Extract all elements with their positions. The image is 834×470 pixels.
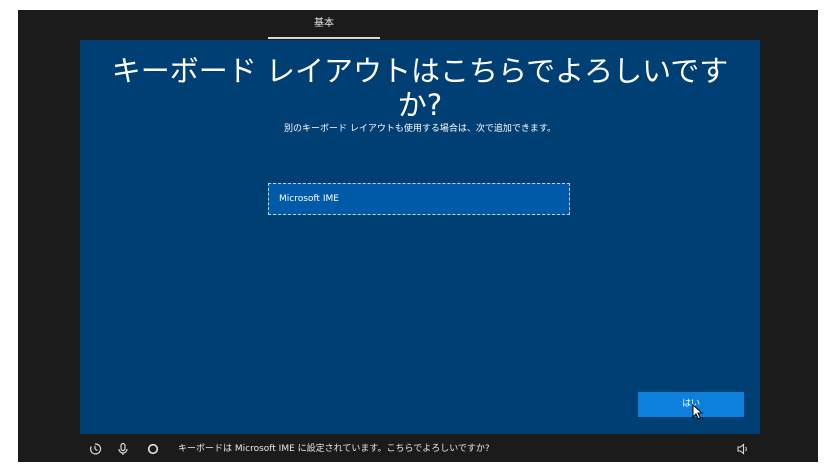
- cortana-icon[interactable]: [146, 442, 160, 456]
- status-caption: キーボードは Microsoft IME に設定されています。こちらでよろしいで…: [178, 444, 490, 454]
- volume-icon[interactable]: [736, 442, 750, 456]
- keyboard-layout-option[interactable]: Microsoft IME: [268, 183, 570, 215]
- mouse-pointer-icon: [692, 404, 704, 420]
- oobe-taskbar: キーボードは Microsoft IME に設定されています。こちらでよろしいで…: [18, 436, 818, 462]
- step-tab-basics: 基本: [314, 18, 334, 29]
- microphone-icon[interactable]: [116, 442, 130, 456]
- keyboard-layout-list: Microsoft IME: [268, 183, 570, 215]
- oobe-panel: キーボード レイアウトはこちらでよろしいですか? 別のキーボード レイアウトも使…: [80, 40, 760, 434]
- ease-of-access-icon[interactable]: [88, 442, 102, 456]
- oobe-screen: 基本 キーボード レイアウトはこちらでよろしいですか? 別のキーボード レイアウ…: [18, 10, 818, 462]
- yes-button[interactable]: はい: [638, 392, 744, 417]
- page-subtitle: 別のキーボード レイアウトも使用する場合は、次で追加できます。: [284, 124, 556, 134]
- step-indicator: [268, 37, 380, 39]
- page-title: キーボード レイアウトはこちらでよろしいですか?: [111, 54, 729, 122]
